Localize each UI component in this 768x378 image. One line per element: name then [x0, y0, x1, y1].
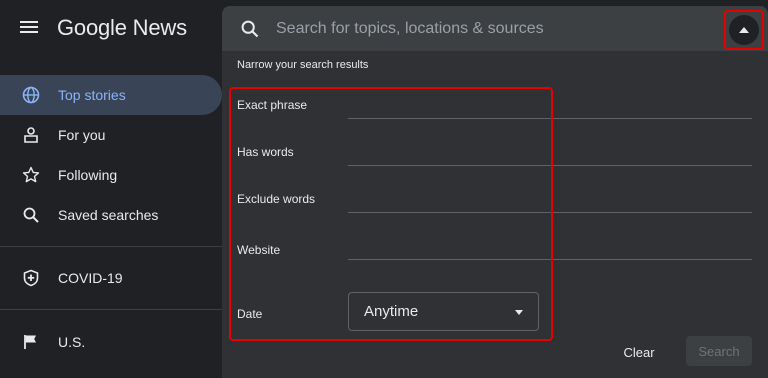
exclude-words-label: Exclude words: [237, 192, 316, 206]
website-field[interactable]: [348, 234, 752, 260]
sidebar: Top stories For you Following Saved sear…: [0, 64, 222, 378]
main-menu-button[interactable]: [20, 18, 42, 38]
collapse-advanced-search-button[interactable]: [724, 10, 764, 50]
sidebar-item-for-you[interactable]: For you: [0, 115, 222, 155]
exact-phrase-label: Exact phrase: [237, 98, 308, 112]
date-label: Date: [237, 307, 263, 321]
search-input[interactable]: [276, 6, 706, 51]
sidebar-divider: [0, 246, 222, 247]
search-icon: [21, 205, 41, 225]
panel-hint: Narrow your search results: [237, 59, 369, 71]
flag-icon: [21, 332, 41, 352]
shield-plus-icon: [21, 268, 41, 288]
sidebar-item-us[interactable]: U.S.: [0, 322, 222, 362]
sidebar-item-saved-searches[interactable]: Saved searches: [0, 195, 222, 235]
has-words-label: Has words: [237, 145, 294, 159]
sidebar-item-label: COVID-19: [58, 270, 123, 286]
date-select-value: Anytime: [364, 303, 419, 320]
sidebar-item-following[interactable]: Following: [0, 155, 222, 195]
sidebar-item-label: For you: [58, 127, 106, 143]
globe-icon: [21, 85, 41, 105]
sidebar-item-top-stories[interactable]: Top stories: [0, 75, 222, 115]
clear-button[interactable]: Clear: [612, 337, 666, 367]
exclude-words-field[interactable]: [348, 187, 752, 213]
date-select[interactable]: Anytime: [348, 292, 539, 331]
chevron-up-icon: [729, 15, 759, 45]
star-icon: [21, 165, 41, 185]
has-words-field[interactable]: [348, 140, 752, 166]
advanced-search-panel: Narrow your search results Exact phrase …: [222, 51, 768, 378]
sidebar-item-label: Top stories: [58, 87, 126, 103]
caret-down-icon: [515, 310, 523, 315]
person-icon: [21, 125, 41, 145]
sidebar-divider: [0, 309, 222, 310]
search-button[interactable]: Search: [686, 336, 752, 366]
sidebar-item-covid-19[interactable]: COVID-19: [0, 258, 222, 298]
sidebar-item-label: Saved searches: [58, 207, 159, 223]
sidebar-item-label: U.S.: [58, 334, 86, 350]
search-icon[interactable]: [240, 19, 260, 39]
search-bar: [222, 6, 768, 51]
sidebar-item-label: Following: [58, 167, 118, 183]
website-label: Website: [237, 243, 281, 257]
app-logo[interactable]: Google News: [57, 15, 187, 41]
exact-phrase-field[interactable]: [348, 93, 752, 119]
